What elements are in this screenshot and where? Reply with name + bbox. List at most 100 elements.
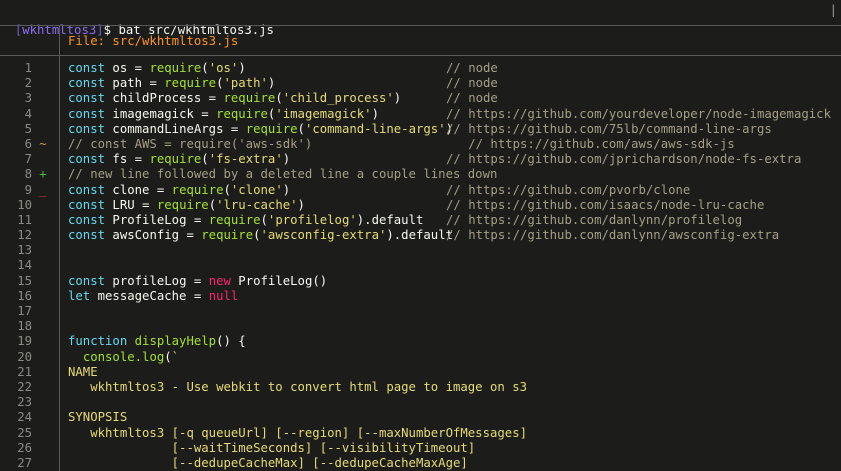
trailing-comment: // https://github.com/jprichardson/node-… [446,152,802,167]
code-token: NAME [68,364,98,379]
line-number: 26 [17,440,32,455]
code-token: ( [275,91,283,106]
code-token: clone = [105,182,172,197]
code-token: commandLineArgs = [105,121,246,136]
code-token: require [149,61,202,75]
line-number: 20 [17,349,32,364]
trailing-comment: // node [446,61,498,75]
code-token: ` [171,349,180,364]
file-header: File: src/wkhtmltos3.js [68,34,239,48]
line-number: 16 [17,288,32,303]
code-line: 2 const path = require('path') // node [0,76,841,91]
code-token: require [171,182,224,197]
code-token: os = [105,61,150,75]
code-line: 9 _ const clone = require('clone') // https… [0,183,841,198]
header-bottom-rule [0,55,841,56]
code-line: 23 [0,395,841,410]
line-number: 14 [17,258,32,273]
code-line: 26 [--waitTimeSeconds] [--visibilityTime… [0,441,841,456]
line-code: function displayHelp() { [68,334,246,349]
line-number: 24 [17,410,32,425]
code-token: ).default [386,228,454,243]
code-token: ) [371,106,379,121]
line-code: [--dedupeCacheMax] [--dedupeCacheMaxAge] [68,456,468,471]
code-token: () { [216,334,246,349]
line-code: const childProcess = require('child_proc… [68,91,401,106]
line-number: 18 [17,319,32,334]
code-token: require [216,106,268,121]
code-token: let [68,288,91,303]
trailing-comment: // https://github.com/danlynn/profilelog [446,212,743,227]
code-token: null [208,288,239,303]
line-code: const commandLineArgs = require('command… [68,122,453,137]
code-line: 15 const profileLog = new ProfileLog() [0,274,841,289]
shell-prompt: [wkhtmltos3]$ bat src/wkhtmltos3.js | [0,0,841,37]
code-token: const [68,212,106,227]
line-number: 25 [17,425,32,440]
code-token: const [68,121,106,136]
code-token: [--waitTimeSeconds] [--visibilityTimeout… [68,440,476,455]
line-number: 10 [17,197,32,212]
trailing-comment: // https://github.com/75lb/command-line-… [446,121,772,136]
line-code: // new line followed by a deleted line a… [68,167,497,182]
line-code: const ProfileLog = require('profilelog')… [68,213,423,228]
code-token: const [68,182,106,197]
trailing-comment: // https://github.com/aws/aws-sdk-js [446,136,735,151]
code-token: require [201,228,254,243]
code-token: // new line followed by a deleted line a… [68,167,498,182]
code-token: 'clone' [230,182,283,197]
git-change-marker: + [39,167,47,182]
code-line: 12 const awsConfig = require('awsconfig-e… [0,228,841,243]
code-token: require [208,212,261,227]
line-code: const profileLog = new ProfileLog() [68,274,327,289]
code-line: 14 [0,258,841,273]
line-number: 11 [17,212,32,227]
code-token: ( [208,197,217,212]
line-code: const os = require('os') [68,61,246,76]
code-token: ProfileLog = [105,212,209,227]
line-code: // const AWS = require('aws-sdk') [68,137,312,152]
code-token: new [208,273,231,288]
trailing-comment: // https://github.com/yourdeveloper/node… [446,106,831,121]
line-number: 13 [17,243,32,258]
code-line: 4 const imagemagick = require('imagemagic… [0,107,841,122]
code-line: 27 [--dedupeCacheMax] [--dedupeCacheMaxA… [0,456,841,471]
code-line: 5 const commandLineArgs = require('comman… [0,122,841,137]
line-number: 12 [17,228,32,243]
code-token: 'child_process' [282,91,394,106]
code-token: ) [282,182,291,197]
code-line: 6 ~ // const AWS = require('aws-sdk') // h… [0,137,841,152]
code-token: 'awsconfig-extra' [260,228,387,243]
code-line: 17 [0,304,841,319]
code-token: const [68,61,106,75]
git-change-marker: ~ [39,136,47,151]
code-token: const [68,91,106,106]
code-token: 'imagemagick' [275,106,372,121]
code-line: 18 [0,319,841,334]
code-token: require [245,121,298,136]
code-token: function [68,334,128,349]
code-line: 3 const childProcess = require('child_pro… [0,91,841,106]
code-line: 1 const os = require('os') // node [0,61,841,76]
scroll-indicator: | [829,3,837,17]
code-token: displayHelp [134,334,217,349]
line-code: [--waitTimeSeconds] [--visibilityTimeout… [68,440,476,456]
code-token: require [223,91,276,106]
code-line: 7 const fs = require('fs-extra') // https:… [0,152,841,167]
code-token: ) [267,76,276,91]
line-number: 21 [17,364,32,379]
code-token: wkhtmltos3 - Use webkit to convert html … [68,379,528,394]
code-token: ProfileLog() [230,273,328,288]
line-code: const imagemagick = require('imagemagick… [68,107,379,122]
code-view[interactable]: 1 const os = require('os')// node 2 const p… [0,61,841,471]
code-line: 25 wkhtmltos3 [-q queueUrl] [--region] [… [0,426,841,441]
code-token: ).default [356,212,424,227]
trailing-comment: // https://github.com/isaacs/node-lru-ca… [446,197,765,212]
code-token: ( [297,121,305,136]
line-number: 7 [24,152,32,167]
code-token: const [68,152,106,167]
code-token: 'path' [223,76,268,91]
code-token: ) [282,152,291,167]
